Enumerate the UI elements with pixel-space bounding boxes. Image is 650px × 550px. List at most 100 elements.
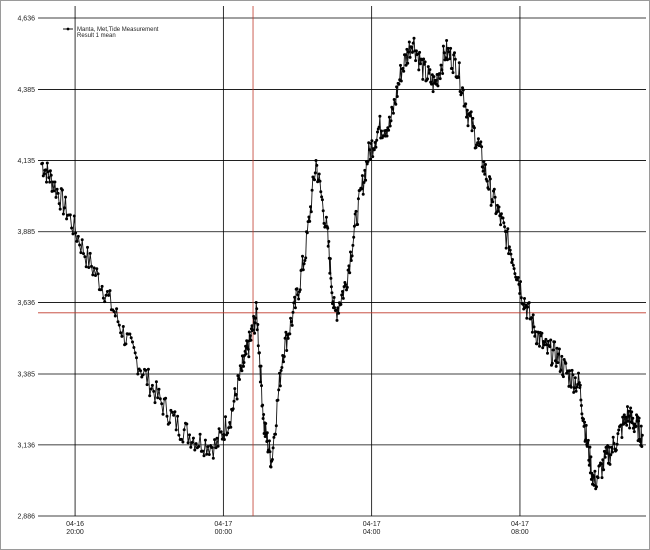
data-point (124, 342, 128, 346)
data-point (194, 442, 198, 446)
data-point (314, 159, 318, 162)
data-point (176, 414, 180, 418)
data-point (270, 458, 274, 461)
data-point (321, 209, 325, 213)
data-point (571, 373, 575, 377)
data-point (288, 332, 292, 336)
data-point (584, 423, 588, 427)
data-point (222, 438, 226, 441)
data-point (315, 163, 319, 167)
data-point (328, 271, 332, 275)
data-point (276, 398, 280, 402)
data-point (232, 399, 236, 403)
data-point (56, 191, 60, 195)
data-point (432, 75, 436, 79)
data-point (561, 375, 565, 379)
data-point (64, 195, 67, 199)
data-point (251, 328, 255, 332)
data-point (554, 364, 558, 368)
data-point (182, 428, 186, 432)
data-point (349, 259, 353, 262)
data-point (611, 435, 615, 439)
data-point (637, 416, 641, 420)
data-point (301, 268, 305, 272)
data-point (191, 436, 195, 440)
data-point (483, 172, 487, 176)
data-point (279, 369, 283, 372)
y-tick-label: 4,135 (17, 158, 35, 165)
data-point (259, 364, 263, 368)
data-point (610, 450, 614, 454)
data-point (172, 413, 176, 417)
data-point (146, 367, 150, 371)
data-point (445, 39, 449, 42)
data-point (177, 433, 181, 437)
data-point (44, 168, 48, 172)
data-point (158, 397, 162, 401)
data-point (457, 61, 461, 65)
data-point (238, 378, 241, 381)
data-point (450, 67, 454, 70)
data-point (101, 296, 105, 300)
data-point (605, 451, 609, 455)
data-point (79, 251, 83, 255)
data-point (628, 426, 632, 430)
data-point (479, 140, 483, 144)
data-point (525, 316, 529, 320)
data-point (298, 288, 302, 292)
data-point (586, 438, 590, 442)
data-point (153, 401, 157, 405)
data-point (395, 95, 399, 98)
data-point (583, 420, 587, 424)
data-point (364, 178, 368, 182)
y-tick-label: 3,385 (17, 371, 35, 378)
data-point (612, 441, 616, 445)
data-point (375, 138, 379, 142)
x-tick-time: 00:00 (215, 529, 233, 536)
data-point (203, 438, 207, 442)
data-point (441, 72, 445, 75)
data-point (439, 63, 443, 67)
data-point (601, 458, 605, 462)
data-point (438, 77, 442, 81)
data-point (352, 235, 356, 239)
data-point (301, 254, 304, 258)
data-point (397, 82, 401, 86)
data-point (265, 431, 269, 435)
data-point (538, 344, 541, 348)
data-point (503, 225, 507, 229)
data-point (68, 213, 72, 217)
data-point (418, 50, 422, 54)
data-point (596, 476, 600, 480)
data-point (173, 410, 177, 414)
data-point (484, 163, 487, 166)
data-point (221, 433, 225, 436)
data-point (87, 266, 91, 269)
data-point (535, 342, 539, 346)
data-point (363, 168, 367, 172)
data-point (328, 257, 332, 261)
data-point (508, 248, 512, 252)
x-tick-date: 04-17 (363, 521, 381, 528)
data-point (573, 376, 577, 380)
data-point (128, 332, 132, 336)
data-point (369, 142, 373, 145)
data-point (551, 348, 555, 352)
line-chart[interactable]: 4,636 4,385 4,135 3,885 3,636 3,385 3,136 2,886… (1, 1, 649, 549)
data-point (414, 49, 418, 53)
data-point (361, 192, 365, 196)
data-point (274, 424, 278, 428)
data-point (451, 71, 455, 75)
data-point (282, 355, 286, 358)
data-point (360, 174, 364, 178)
data-point (41, 161, 44, 165)
data-point (585, 444, 589, 448)
legend-series-subtitle: Result 1 mean (77, 33, 116, 39)
data-point (526, 305, 530, 309)
data-point (120, 334, 124, 338)
data-point (331, 300, 335, 304)
data-point (229, 425, 233, 429)
data-point (233, 387, 237, 391)
data-point (74, 231, 78, 235)
data-point (217, 427, 221, 431)
